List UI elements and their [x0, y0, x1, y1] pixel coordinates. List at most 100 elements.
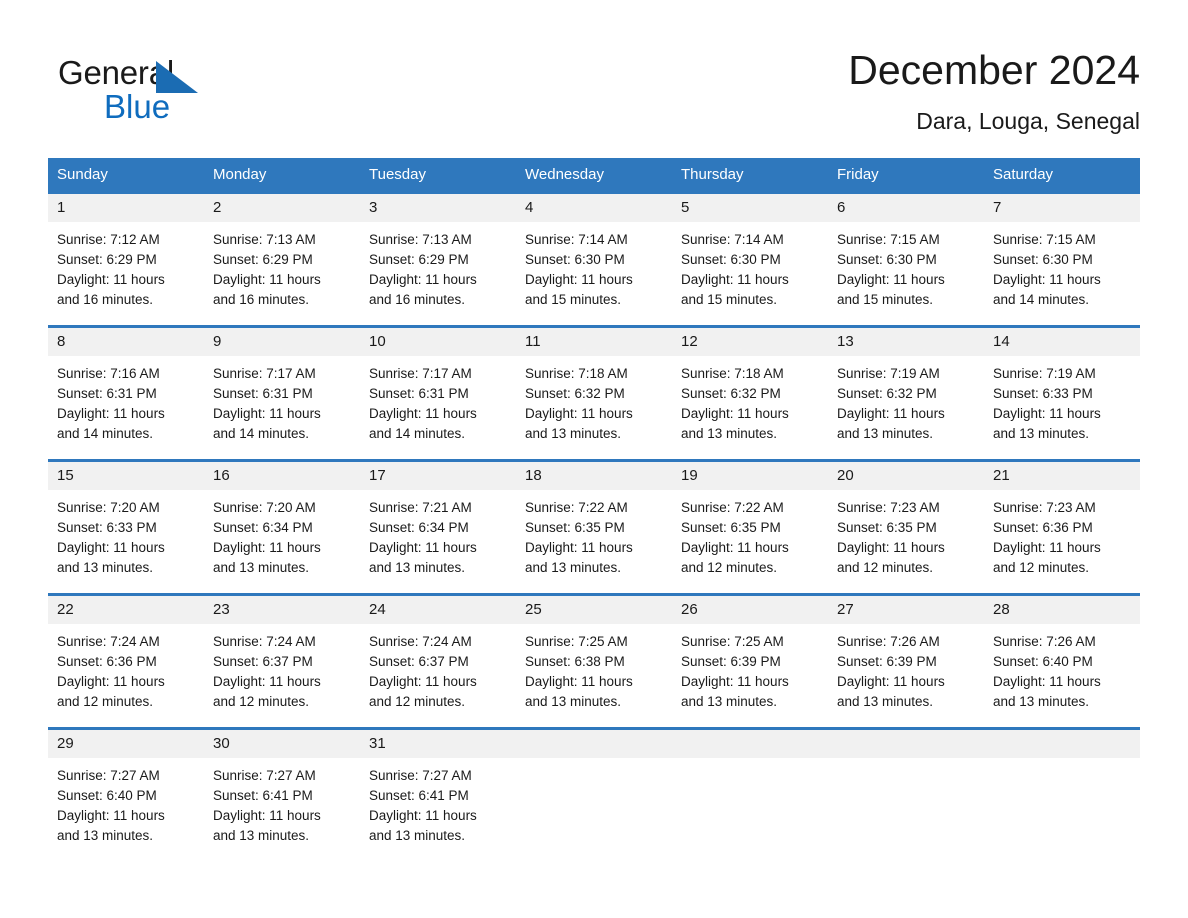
daylight-text-line2: and 12 minutes.	[681, 560, 778, 575]
sunrise-text: Sunrise: 7:14 AM	[681, 232, 784, 247]
week-row: 8 Sunrise: 7:16 AM Sunset: 6:31 PM Dayli…	[48, 325, 1140, 461]
day-cell[interactable]: 16 Sunrise: 7:20 AM Sunset: 6:34 PM Dayl…	[204, 459, 360, 595]
daylight-text-line1: Daylight: 11 hours	[525, 272, 633, 287]
day-details: Sunrise: 7:26 AM Sunset: 6:40 PM Dayligh…	[984, 624, 1140, 712]
day-cell[interactable]: 18 Sunrise: 7:22 AM Sunset: 6:35 PM Dayl…	[516, 459, 672, 595]
daylight-text-line2: and 13 minutes.	[369, 560, 466, 575]
sunrise-text: Sunrise: 7:21 AM	[369, 500, 472, 515]
daylight-text-line1: Daylight: 11 hours	[681, 272, 789, 287]
page-title: December 2024	[848, 47, 1140, 93]
day-cell[interactable]: 19 Sunrise: 7:22 AM Sunset: 6:35 PM Dayl…	[672, 459, 828, 595]
sunset-text: Sunset: 6:37 PM	[369, 654, 469, 669]
day-cell[interactable]: 7 Sunrise: 7:15 AM Sunset: 6:30 PM Dayli…	[984, 191, 1140, 327]
day-cell[interactable]: 1 Sunrise: 7:12 AM Sunset: 6:29 PM Dayli…	[48, 191, 204, 327]
day-cell[interactable]: 3 Sunrise: 7:13 AM Sunset: 6:29 PM Dayli…	[360, 191, 516, 327]
daylight-text-line2: and 13 minutes.	[525, 560, 622, 575]
sunset-text: Sunset: 6:32 PM	[837, 386, 937, 401]
daylight-text-line2: and 12 minutes.	[213, 694, 310, 709]
sunrise-text: Sunrise: 7:27 AM	[213, 768, 316, 783]
day-cell[interactable]: 25 Sunrise: 7:25 AM Sunset: 6:38 PM Dayl…	[516, 593, 672, 729]
day-cell-empty	[672, 727, 828, 861]
day-cell[interactable]: 17 Sunrise: 7:21 AM Sunset: 6:34 PM Dayl…	[360, 459, 516, 595]
daylight-text-line2: and 13 minutes.	[681, 426, 778, 441]
day-number: 25	[516, 596, 672, 624]
sunset-text: Sunset: 6:34 PM	[369, 520, 469, 535]
day-cell[interactable]: 14 Sunrise: 7:19 AM Sunset: 6:33 PM Dayl…	[984, 325, 1140, 461]
daylight-text-line1: Daylight: 11 hours	[213, 808, 321, 823]
sunrise-text: Sunrise: 7:17 AM	[369, 366, 472, 381]
day-cell[interactable]: 23 Sunrise: 7:24 AM Sunset: 6:37 PM Dayl…	[204, 593, 360, 729]
weekday-header-thursday: Thursday	[672, 158, 828, 193]
day-cell[interactable]: 4 Sunrise: 7:14 AM Sunset: 6:30 PM Dayli…	[516, 191, 672, 327]
day-details: Sunrise: 7:19 AM Sunset: 6:32 PM Dayligh…	[828, 356, 984, 444]
daylight-text-line2: and 14 minutes.	[369, 426, 466, 441]
weekday-header-sunday: Sunday	[48, 158, 204, 193]
day-cell[interactable]: 10 Sunrise: 7:17 AM Sunset: 6:31 PM Dayl…	[360, 325, 516, 461]
sunrise-text: Sunrise: 7:20 AM	[57, 500, 160, 515]
sunrise-text: Sunrise: 7:23 AM	[993, 500, 1096, 515]
day-cell[interactable]: 28 Sunrise: 7:26 AM Sunset: 6:40 PM Dayl…	[984, 593, 1140, 729]
sunset-text: Sunset: 6:32 PM	[525, 386, 625, 401]
daylight-text-line1: Daylight: 11 hours	[993, 540, 1101, 555]
day-cell[interactable]: 30 Sunrise: 7:27 AM Sunset: 6:41 PM Dayl…	[204, 727, 360, 861]
daylight-text-line1: Daylight: 11 hours	[57, 406, 165, 421]
sunset-text: Sunset: 6:39 PM	[681, 654, 781, 669]
daylight-text-line2: and 13 minutes.	[525, 426, 622, 441]
day-cell[interactable]: 2 Sunrise: 7:13 AM Sunset: 6:29 PM Dayli…	[204, 191, 360, 327]
day-number: 9	[204, 328, 360, 356]
day-cell[interactable]: 21 Sunrise: 7:23 AM Sunset: 6:36 PM Dayl…	[984, 459, 1140, 595]
day-cell[interactable]: 15 Sunrise: 7:20 AM Sunset: 6:33 PM Dayl…	[48, 459, 204, 595]
day-number: 16	[204, 462, 360, 490]
day-number: 18	[516, 462, 672, 490]
day-details: Sunrise: 7:25 AM Sunset: 6:38 PM Dayligh…	[516, 624, 672, 712]
day-details: Sunrise: 7:25 AM Sunset: 6:39 PM Dayligh…	[672, 624, 828, 712]
sunset-text: Sunset: 6:36 PM	[993, 520, 1093, 535]
day-cell[interactable]: 11 Sunrise: 7:18 AM Sunset: 6:32 PM Dayl…	[516, 325, 672, 461]
day-cell[interactable]: 24 Sunrise: 7:24 AM Sunset: 6:37 PM Dayl…	[360, 593, 516, 729]
daylight-text-line1: Daylight: 11 hours	[837, 406, 945, 421]
daylight-text-line2: and 15 minutes.	[837, 292, 934, 307]
day-cell[interactable]: 31 Sunrise: 7:27 AM Sunset: 6:41 PM Dayl…	[360, 727, 516, 861]
day-cell[interactable]: 29 Sunrise: 7:27 AM Sunset: 6:40 PM Dayl…	[48, 727, 204, 861]
day-number: 13	[828, 328, 984, 356]
day-cell[interactable]: 6 Sunrise: 7:15 AM Sunset: 6:30 PM Dayli…	[828, 191, 984, 327]
sunset-text: Sunset: 6:30 PM	[993, 252, 1093, 267]
day-details: Sunrise: 7:24 AM Sunset: 6:36 PM Dayligh…	[48, 624, 204, 712]
daylight-text-line2: and 12 minutes.	[993, 560, 1090, 575]
day-cell[interactable]: 26 Sunrise: 7:25 AM Sunset: 6:39 PM Dayl…	[672, 593, 828, 729]
day-cell[interactable]: 27 Sunrise: 7:26 AM Sunset: 6:39 PM Dayl…	[828, 593, 984, 729]
weekday-header-friday: Friday	[828, 158, 984, 193]
day-cell[interactable]: 8 Sunrise: 7:16 AM Sunset: 6:31 PM Dayli…	[48, 325, 204, 461]
day-details: Sunrise: 7:20 AM Sunset: 6:34 PM Dayligh…	[204, 490, 360, 578]
daylight-text-line1: Daylight: 11 hours	[57, 540, 165, 555]
day-cell[interactable]: 5 Sunrise: 7:14 AM Sunset: 6:30 PM Dayli…	[672, 191, 828, 327]
sunset-text: Sunset: 6:41 PM	[213, 788, 313, 803]
day-cell[interactable]: 12 Sunrise: 7:18 AM Sunset: 6:32 PM Dayl…	[672, 325, 828, 461]
weekday-header-row: Sunday Monday Tuesday Wednesday Thursday…	[48, 158, 1140, 193]
day-number: 28	[984, 596, 1140, 624]
day-number: 23	[204, 596, 360, 624]
generalblue-logo: General Blue	[58, 54, 238, 134]
weekday-header-wednesday: Wednesday	[516, 158, 672, 193]
sunset-text: Sunset: 6:30 PM	[837, 252, 937, 267]
sunset-text: Sunset: 6:31 PM	[213, 386, 313, 401]
daylight-text-line1: Daylight: 11 hours	[993, 406, 1101, 421]
day-cell[interactable]: 9 Sunrise: 7:17 AM Sunset: 6:31 PM Dayli…	[204, 325, 360, 461]
sunrise-text: Sunrise: 7:14 AM	[525, 232, 628, 247]
day-number: 7	[984, 194, 1140, 222]
day-cell[interactable]: 20 Sunrise: 7:23 AM Sunset: 6:35 PM Dayl…	[828, 459, 984, 595]
page-header: General Blue December 2024 Dara, Louga, …	[48, 44, 1140, 150]
calendar-body: 1 Sunrise: 7:12 AM Sunset: 6:29 PM Dayli…	[48, 191, 1140, 861]
day-cell[interactable]: 22 Sunrise: 7:24 AM Sunset: 6:36 PM Dayl…	[48, 593, 204, 729]
sunset-text: Sunset: 6:38 PM	[525, 654, 625, 669]
daylight-text-line1: Daylight: 11 hours	[57, 674, 165, 689]
day-number: 6	[828, 194, 984, 222]
day-number: 30	[204, 730, 360, 758]
day-details: Sunrise: 7:23 AM Sunset: 6:35 PM Dayligh…	[828, 490, 984, 578]
sunrise-text: Sunrise: 7:15 AM	[837, 232, 940, 247]
day-cell[interactable]: 13 Sunrise: 7:19 AM Sunset: 6:32 PM Dayl…	[828, 325, 984, 461]
sunset-text: Sunset: 6:33 PM	[993, 386, 1093, 401]
daylight-text-line1: Daylight: 11 hours	[525, 406, 633, 421]
sunrise-text: Sunrise: 7:24 AM	[57, 634, 160, 649]
sunrise-text: Sunrise: 7:24 AM	[369, 634, 472, 649]
